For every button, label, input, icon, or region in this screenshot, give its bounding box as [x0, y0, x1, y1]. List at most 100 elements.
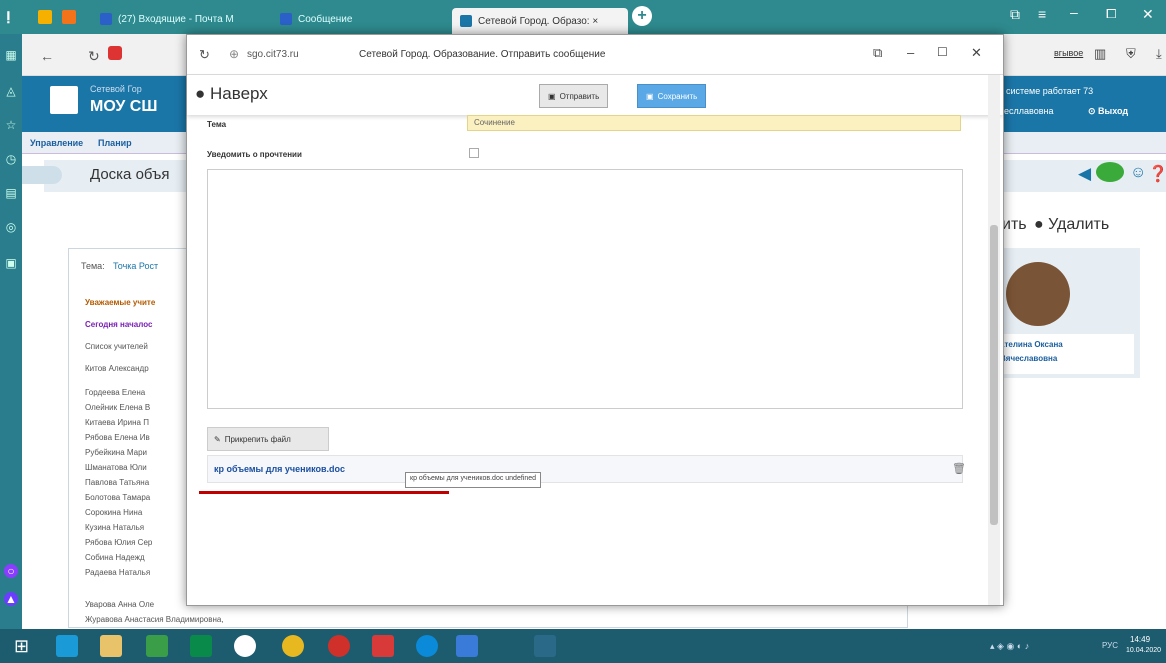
notes-app-icon[interactable] — [146, 635, 168, 657]
browser-tab-strip: ⵑ (27) Входящие - Почта M Сообщение Сете… — [0, 0, 1166, 34]
nav-planning[interactable]: Планир — [98, 138, 132, 148]
notes-icon[interactable]: ▤ — [4, 186, 18, 200]
tab-message[interactable]: Сообщение — [272, 6, 372, 32]
subject-value[interactable]: Точка Рост — [113, 261, 158, 271]
back-arrow-icon[interactable] — [22, 166, 62, 184]
popup-window: ↻ ⊕ sgo.cit73.ru Сетевой Город. Образова… — [186, 34, 1004, 606]
close-window-icon[interactable]: ✕ — [1142, 6, 1154, 23]
history-icon[interactable]: ◷ — [4, 152, 18, 166]
browser-logo-icon[interactable]: ⵑ — [6, 8, 11, 28]
menu-icon[interactable]: ≡ — [1038, 6, 1046, 22]
popup-title: Сетевой Город. Образование. Отправить со… — [359, 49, 606, 60]
word-icon[interactable] — [456, 635, 478, 657]
app-icon[interactable] — [38, 10, 52, 24]
lock-icon: ⊕ — [229, 47, 240, 61]
settings-icon[interactable]: ◎ — [4, 220, 18, 234]
announce-icon[interactable]: ◀ — [1078, 164, 1091, 184]
clock-time[interactable]: 14:49 — [1130, 635, 1150, 644]
mail-favicon-icon — [100, 13, 112, 25]
brand-title: Сетевой Гор — [90, 84, 142, 94]
restore-icon[interactable]: ⧠ — [1106, 6, 1116, 22]
windows-start-icon[interactable]: ⊞ — [14, 637, 29, 655]
popup-pin-icon[interactable]: ⧉ — [873, 45, 882, 61]
bell-icon[interactable]: ◬ — [4, 84, 18, 98]
save-button[interactable]: ▣ Сохранить — [637, 84, 707, 108]
popup-maximize-icon[interactable]: ☐ — [937, 45, 948, 59]
popup-reload-icon[interactable]: ↻ — [199, 47, 210, 63]
alice-icon[interactable]: ○ — [4, 564, 18, 578]
site-icon — [108, 46, 122, 60]
trash-icon[interactable]: 🗑 — [952, 462, 966, 475]
tab-label: (27) Входящие - Почта M — [118, 13, 234, 25]
messages-badge-icon[interactable] — [1096, 162, 1124, 182]
assistant-icon[interactable]: ▲ — [4, 592, 18, 606]
attach-file-button[interactable]: ✎ Прикрепить файл — [207, 427, 329, 451]
scrollbar-thumb[interactable] — [990, 225, 998, 525]
board-title: Доска объя — [90, 166, 170, 183]
send-icon: ▣ — [548, 91, 556, 101]
scroll-top-link[interactable]: ● Наверх — [195, 84, 268, 104]
avatar — [1006, 262, 1070, 326]
author-card: ателина Оксана Вячеславовна — [984, 248, 1140, 378]
list-item: Китов Александр — [85, 364, 149, 373]
send-button[interactable]: ▣ Отправить — [539, 84, 609, 108]
tray-icons[interactable]: ▴ ◈ ◉ ◐ ♪ — [990, 641, 1029, 652]
reload-icon[interactable]: ↻ — [88, 48, 100, 65]
app-taskbar-icon[interactable] — [534, 635, 556, 657]
sgo-favicon-icon — [460, 15, 472, 27]
language-indicator[interactable]: РУС — [1102, 641, 1118, 650]
bookmark-icon[interactable]: ⧉ — [1010, 6, 1020, 23]
delete-link[interactable]: ● Удалить — [1034, 216, 1109, 234]
chrome-icon[interactable] — [282, 635, 304, 657]
yandex-browser-icon[interactable] — [234, 635, 256, 657]
explorer-icon[interactable] — [100, 635, 122, 657]
author-name-line1[interactable]: ателина Оксана — [1000, 340, 1063, 349]
attached-file-link[interactable]: кр объемы для учеников.doc — [214, 464, 345, 474]
bookmarks-icon[interactable]: ▥ — [1094, 46, 1106, 62]
popup-minimize-icon[interactable]: – — [907, 45, 914, 60]
list-item: Уважаемые учите — [85, 298, 156, 307]
extension-icon[interactable]: ⛨ — [1126, 46, 1136, 62]
attached-file-row: кр объемы для учеников.doc 🗑 — [207, 455, 966, 483]
popup-scrollbar[interactable] — [988, 75, 1000, 605]
author-name-line2[interactable]: Вячеславовна — [1000, 354, 1057, 363]
red-underline — [199, 491, 449, 494]
back-icon[interactable]: ← — [40, 48, 54, 64]
star-icon[interactable]: ☆ — [4, 118, 18, 132]
apps-icon[interactable]: ▣ — [4, 256, 18, 270]
tab-setevoy-gorod[interactable]: Сетевой Город. Образо: × — [452, 8, 628, 34]
logout-label: Выход — [1098, 106, 1129, 116]
help-icon[interactable]: ❓ — [1148, 164, 1166, 184]
download-icon[interactable]: ⤓ — [1156, 46, 1162, 62]
list-item: Список учителей — [85, 342, 148, 351]
ie-icon[interactable] — [56, 635, 78, 657]
tab-label: Сообщение — [298, 13, 353, 25]
skype-icon[interactable] — [416, 635, 438, 657]
chat-icon[interactable]: ☺ — [1130, 164, 1146, 182]
store-icon[interactable] — [190, 635, 212, 657]
list-item: Болотова Тамара — [85, 493, 151, 502]
mail-icon[interactable] — [62, 10, 76, 24]
tab-mail[interactable]: (27) Входящие - Почта M — [92, 6, 262, 32]
taskbar: ⊞ ▴ ◈ ◉ ◐ ♪ РУС 14:49 10.04.2020 — [0, 629, 1166, 663]
notify-checkbox[interactable] — [469, 148, 479, 158]
list-item: Собина Надежд — [85, 553, 145, 562]
popup-close-icon[interactable]: ✕ — [971, 45, 982, 61]
logout-link[interactable]: ⊙ Выход — [1088, 106, 1128, 117]
message-textarea[interactable] — [207, 169, 963, 409]
popup-url[interactable]: sgo.cit73.ru — [247, 49, 299, 60]
clock-date[interactable]: 10.04.2020 — [1126, 647, 1161, 654]
save-label: Сохранить — [657, 91, 698, 101]
yandex-icon[interactable] — [372, 635, 394, 657]
nav-management[interactable]: Управление — [30, 138, 83, 148]
list-item: Сегодня началос — [85, 320, 153, 329]
grid-icon[interactable]: ▦ — [4, 48, 18, 62]
subject-input[interactable]: Сочинение — [467, 115, 961, 131]
list-item: Олейник Елена В — [85, 403, 151, 412]
opera-icon[interactable] — [328, 635, 350, 657]
address-right-text[interactable]: вгывое — [1054, 48, 1083, 58]
popup-title-bar: ↻ ⊕ sgo.cit73.ru Сетевой Город. Образова… — [187, 35, 1003, 75]
edit-link[interactable]: ить — [1002, 216, 1027, 234]
minimize-icon[interactable]: – — [1070, 4, 1078, 20]
new-tab-icon[interactable]: + — [632, 6, 652, 26]
